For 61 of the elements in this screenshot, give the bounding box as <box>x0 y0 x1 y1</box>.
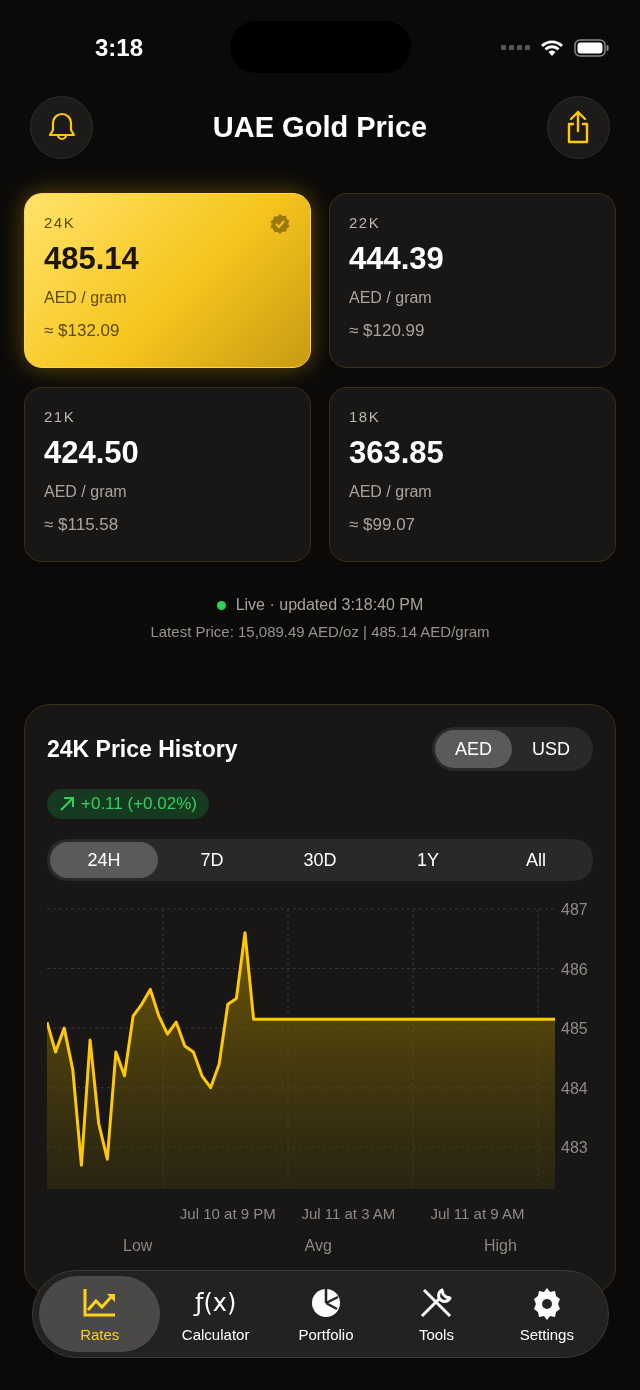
range-tab[interactable]: 24H <box>50 842 158 878</box>
range-tab[interactable]: 7D <box>158 842 266 878</box>
y-tick-label: 487 <box>561 901 588 918</box>
stat-label: Low <box>123 1237 153 1255</box>
unit-label: AED / gram <box>349 289 432 307</box>
range-tab[interactable]: 1Y <box>374 842 482 878</box>
signal-icon <box>501 45 530 50</box>
app-title: UAE Gold Price <box>212 110 428 144</box>
usd-value: ≈ $120.99 <box>349 321 425 341</box>
tab-label: Calculator <box>181 1325 250 1343</box>
usd-value: ≈ $115.58 <box>44 515 119 535</box>
stat-label: Avg <box>304 1237 332 1255</box>
rate-card[interactable]: 18K 363.85 AED / gram ≈ $99.07 <box>329 387 616 562</box>
range-tab[interactable]: All <box>482 842 590 878</box>
y-tick-label: 486 <box>561 960 588 978</box>
tab-item[interactable]: Tools <box>381 1276 492 1352</box>
currency-option[interactable]: USD <box>512 730 590 768</box>
stat-label: High <box>484 1237 517 1255</box>
bell-icon <box>46 111 77 143</box>
update-status: Live · updated 3:18:40 PM <box>235 596 424 614</box>
tab-label: Settings <box>519 1325 574 1343</box>
verified-badge-icon <box>270 214 290 234</box>
x-tick-label: Jul 11 at 3 AM <box>301 1205 396 1222</box>
y-tick-label: 484 <box>561 1079 588 1097</box>
status-time: 3:18 <box>95 33 144 62</box>
unit-label: AED / gram <box>44 289 127 307</box>
tab-item[interactable]: Portfolio <box>270 1276 382 1352</box>
tab-label: Rates <box>80 1325 120 1343</box>
y-tick-label: 485 <box>561 1020 588 1038</box>
history-title: 24K Price History <box>47 735 238 763</box>
function-glyph: ƒ(x) <box>192 1287 238 1319</box>
tab-item[interactable]: Rates <box>39 1276 161 1352</box>
rate-card[interactable]: 24K 485.14 AED / gram ≈ $132.09 <box>24 193 311 368</box>
usd-value: ≈ $99.07 <box>349 515 416 535</box>
currency-option[interactable]: AED <box>434 730 512 768</box>
unit-label: AED / gram <box>349 483 432 501</box>
usd-value: ≈ $132.09 <box>44 321 120 341</box>
karat-label: 22K <box>349 214 381 231</box>
rate-card[interactable]: 21K 424.50 AED / gram ≈ $115.58 <box>24 387 311 562</box>
karat-label: 21K <box>44 408 76 425</box>
tab-label: Portfolio <box>298 1325 354 1343</box>
up-arrow-icon <box>59 796 75 812</box>
latest-price: Latest Price: 15,089.49 AED/oz | 485.14 AED/gram <box>150 623 490 640</box>
price-value: 444.39 <box>349 241 444 277</box>
rate-card[interactable]: 22K 444.39 AED / gram ≈ $120.99 <box>329 193 616 368</box>
karat-label: 18K <box>349 408 381 425</box>
range-tab[interactable]: 30D <box>266 842 374 878</box>
y-tick-label: 483 <box>561 1139 588 1157</box>
unit-label: AED / gram <box>44 483 127 501</box>
x-tick-label: Jul 10 at 9 PM <box>179 1205 276 1222</box>
wifi-icon <box>540 38 564 57</box>
x-tick-label: Jul 11 at 9 AM <box>430 1205 525 1222</box>
tab-item[interactable]: Settings <box>491 1276 602 1352</box>
tab-label: Tools <box>418 1325 454 1343</box>
karat-label: 24K <box>44 214 76 231</box>
price-value: 363.85 <box>349 435 444 471</box>
change-badge: +0.11 (+0.02%) <box>47 789 209 819</box>
tab-item[interactable]: ƒ(x) Calculator <box>160 1276 271 1352</box>
price-value: 485.14 <box>44 241 139 277</box>
price-value: 424.50 <box>44 435 139 471</box>
battery-icon <box>574 38 610 57</box>
